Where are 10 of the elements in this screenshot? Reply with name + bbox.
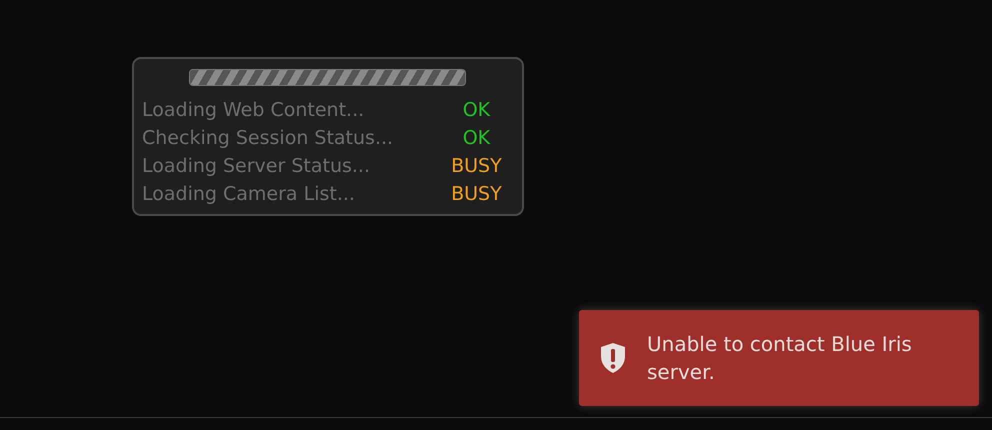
loading-step: Loading Server Status... [142,155,439,177]
shield-warning-icon [600,342,626,374]
loading-step: Loading Camera List... [142,183,439,205]
step-status: BUSY [450,155,503,177]
loading-step: Checking Session Status... [142,127,439,149]
step-status: OK [462,127,492,149]
loading-step: Loading Web Content... [142,99,439,121]
error-message: Unable to contact Blue Iris server. [647,331,913,386]
step-status: OK [462,99,492,121]
step-status: BUSY [450,183,503,205]
